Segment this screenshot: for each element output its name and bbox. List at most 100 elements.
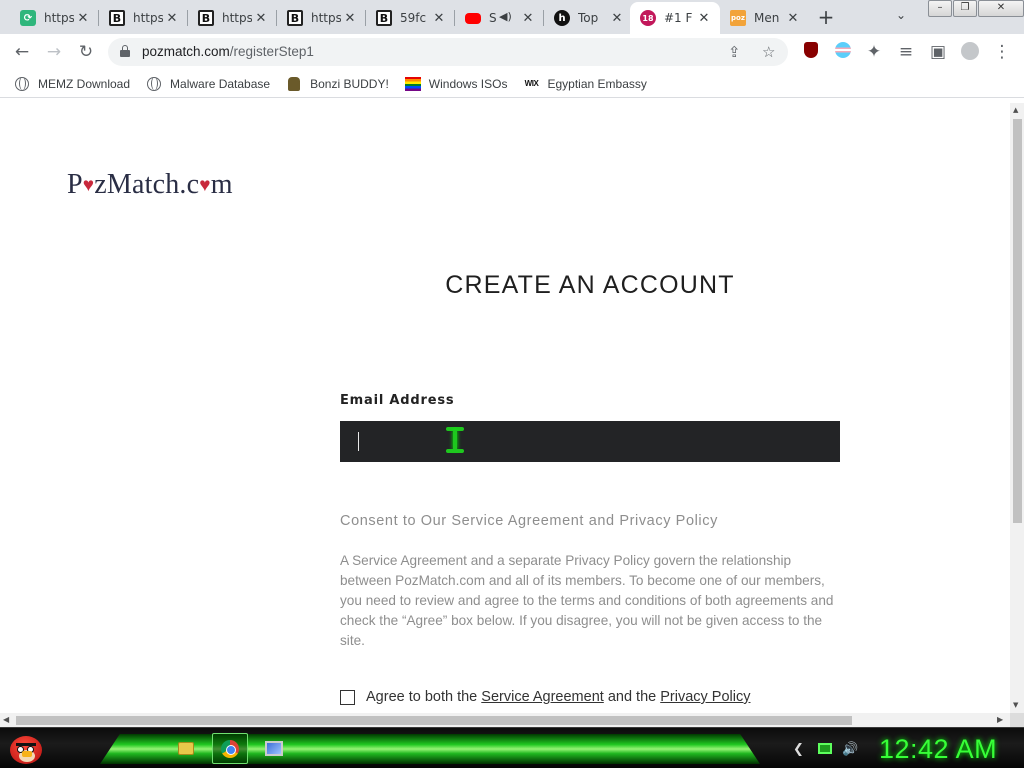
tab-title: Top: [578, 11, 599, 25]
tab-title: S: [489, 11, 497, 25]
minimize-button[interactable]: –: [928, 0, 952, 17]
consent-body: A Service Agreement and a separate Priva…: [340, 553, 834, 648]
ublock-icon[interactable]: [801, 42, 821, 62]
speaker-icon[interactable]: ◀): [499, 10, 512, 23]
url-text[interactable]: pozmatch.com/registerStep1: [142, 44, 314, 59]
tab-7[interactable]: h Top ✕: [544, 2, 633, 34]
privacy-policy-link[interactable]: Privacy Policy: [660, 689, 750, 705]
tab-title: https: [44, 11, 74, 25]
text-caret: [358, 432, 359, 451]
tab-5[interactable]: B 59fc ✕: [366, 2, 455, 34]
logo-text: zMatch.c: [94, 169, 200, 200]
volume-icon[interactable]: 🔊: [842, 742, 858, 757]
heart-icon: ♥: [82, 175, 95, 196]
tab-4[interactable]: B https ✕: [277, 2, 366, 34]
wix-icon-text: WIX: [524, 79, 539, 88]
profile-avatar-icon[interactable]: [960, 42, 980, 62]
close-icon[interactable]: ✕: [253, 10, 269, 26]
tab-title: https: [311, 11, 341, 25]
kebab-menu-icon[interactable]: ⋮: [992, 42, 1012, 62]
share-icon[interactable]: ⇪: [728, 43, 741, 61]
reload-icon[interactable]: ↻: [76, 42, 96, 62]
desktop-screen: ⟳ https ✕ B https ✕ B https ✕ B https ✕ …: [0, 0, 1024, 768]
tab-9[interactable]: poz Men ✕: [720, 2, 809, 34]
18-badge-icon: 18: [640, 10, 656, 26]
close-icon[interactable]: ✕: [164, 10, 180, 26]
media-control-icon[interactable]: ≡: [896, 42, 916, 62]
url-path: /registerStep1: [229, 44, 314, 59]
tab-title: https: [222, 11, 252, 25]
b-letter-icon: B: [109, 10, 125, 26]
tray-chevron-icon[interactable]: ❮: [793, 742, 804, 757]
close-icon[interactable]: ✕: [696, 10, 712, 26]
tab-2[interactable]: B https ✕: [99, 2, 188, 34]
new-tab-button[interactable]: +: [814, 7, 838, 27]
poz-icon: poz: [730, 10, 746, 26]
tab-search-chevron-icon[interactable]: ⌄: [896, 8, 906, 22]
horizontal-scrollbar[interactable]: ◀ ▶: [0, 713, 1010, 727]
bookmark-star-icon[interactable]: ☆: [762, 43, 775, 61]
scroll-down-icon[interactable]: ▼: [1013, 701, 1018, 709]
email-field[interactable]: [340, 421, 840, 462]
close-icon[interactable]: ✕: [431, 10, 447, 26]
scroll-left-icon[interactable]: ◀: [3, 715, 9, 724]
side-panel-icon[interactable]: ▣: [928, 42, 948, 62]
start-button-angry-bird-icon[interactable]: [8, 730, 46, 766]
globe-icon: [146, 76, 162, 92]
close-icon[interactable]: ✕: [75, 10, 91, 26]
close-icon[interactable]: ✕: [609, 10, 625, 26]
service-agreement-link[interactable]: Service Agreement: [481, 689, 604, 705]
pozmatch-logo[interactable]: P♥zMatch.c♥m: [67, 169, 233, 201]
close-icon[interactable]: ✕: [342, 10, 358, 26]
address-bar[interactable]: pozmatch.com/registerStep1 ⇪ ☆: [108, 38, 788, 66]
tab-title: https: [133, 11, 163, 25]
bookmark-malware-database[interactable]: Malware Database: [146, 76, 270, 92]
scroll-right-icon[interactable]: ▶: [997, 715, 1003, 724]
forward-arrow-icon[interactable]: →: [44, 42, 64, 62]
b-letter-icon: B: [376, 10, 392, 26]
vertical-scrollbar[interactable]: ▲ ▼: [1010, 103, 1024, 713]
tab-title: 59fc: [400, 11, 427, 25]
extensions-puzzle-icon[interactable]: ✦: [864, 42, 884, 62]
logo-text: P: [67, 169, 83, 200]
ibeam-cursor-icon: [444, 427, 466, 453]
bookmark-windows-isos[interactable]: Windows ISOs: [404, 76, 508, 92]
bookmark-bonzi-buddy[interactable]: Bonzi BUDDY!: [286, 76, 389, 92]
vertical-scroll-thumb[interactable]: [1013, 119, 1022, 523]
agree-row: Agree to both the Service Agreement and …: [340, 689, 750, 705]
close-icon[interactable]: ✕: [785, 10, 801, 26]
tab-1[interactable]: ⟳ https ✕: [10, 2, 99, 34]
horizontal-scroll-thumb[interactable]: [16, 716, 852, 725]
tab-8-active[interactable]: 18 #1 F ✕: [630, 2, 720, 34]
url-domain: pozmatch.com: [142, 44, 230, 59]
bookmark-memz-download[interactable]: MEMZ Download: [14, 76, 130, 92]
lock-icon[interactable]: [120, 45, 130, 57]
tab-6[interactable]: S ◀) ✕: [455, 2, 544, 34]
b-letter-icon: B: [287, 10, 303, 26]
close-icon[interactable]: ✕: [520, 10, 536, 26]
file-explorer-folder-icon[interactable]: [168, 733, 204, 764]
tab-title: #1 F: [664, 11, 693, 25]
window-controls: – ❐ ✕: [928, 0, 1024, 17]
chrome-taskbar-icon[interactable]: [212, 733, 248, 764]
tab-3[interactable]: B https ✕: [188, 2, 277, 34]
trans-flag-icon[interactable]: [833, 42, 853, 62]
network-status-icon[interactable]: [818, 743, 832, 754]
monitor-app-icon[interactable]: [256, 733, 292, 764]
green-square-icon: ⟳: [20, 10, 36, 26]
youtube-icon: [465, 12, 481, 24]
bookmark-label: MEMZ Download: [38, 76, 131, 91]
restore-button[interactable]: ❐: [953, 0, 977, 17]
agree-checkbox[interactable]: [340, 689, 355, 705]
agree-text: Agree to both the: [366, 689, 482, 705]
bookmarks-bar: MEMZ Download Malware Database Bonzi BUD…: [0, 70, 1024, 98]
consent-title: Consent to Our Service Agreement and Pri…: [340, 513, 718, 529]
taskbar-clock[interactable]: 12:42 AM: [879, 734, 997, 765]
heart-icon: ♥: [199, 175, 211, 196]
bookmark-egyptian-embassy[interactable]: WIX Egyptian Embassy: [523, 76, 647, 92]
scroll-up-icon[interactable]: ▲: [1013, 106, 1018, 114]
bonzi-icon: [286, 76, 302, 92]
bookmark-label: Windows ISOs: [428, 76, 508, 91]
window-close-button[interactable]: ✕: [978, 0, 1024, 17]
back-arrow-icon[interactable]: ←: [12, 42, 32, 62]
